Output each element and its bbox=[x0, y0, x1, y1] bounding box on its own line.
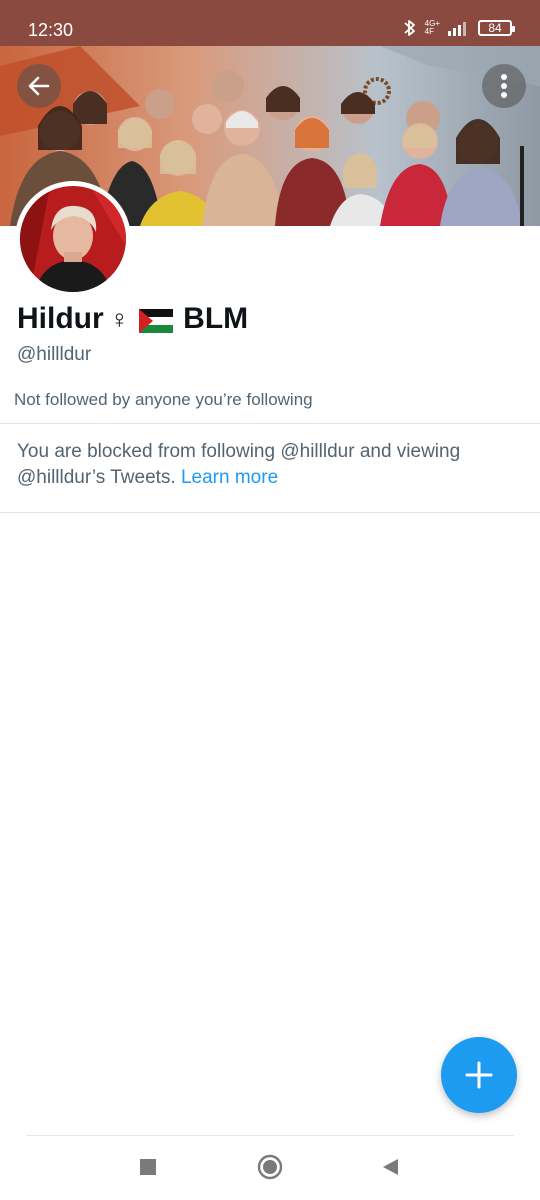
status-bar: 12:30 4G+ 4F 84 bbox=[0, 0, 540, 46]
network-type: 4G+ 4F bbox=[425, 20, 440, 36]
home-button[interactable] bbox=[255, 1152, 285, 1182]
learn-more-link[interactable]: Learn more bbox=[181, 467, 278, 488]
avatar-image bbox=[20, 186, 126, 292]
bluetooth-icon bbox=[404, 20, 415, 36]
arrow-left-icon bbox=[28, 76, 50, 96]
home-icon bbox=[257, 1154, 283, 1180]
profile-handle: @hillldur bbox=[17, 344, 92, 365]
battery-level: 84 bbox=[488, 21, 502, 35]
signal-icon bbox=[448, 22, 466, 36]
back-triangle-icon bbox=[383, 1159, 398, 1175]
display-name-text: Hildur bbox=[17, 302, 104, 335]
palestine-flag-icon bbox=[139, 307, 174, 333]
display-name-suffix: BLM bbox=[183, 302, 249, 335]
network-type-bottom: 4F bbox=[424, 27, 434, 36]
back-nav-button[interactable] bbox=[375, 1152, 405, 1182]
blocked-message: You are blocked from following @hillldur… bbox=[17, 439, 517, 491]
female-sign-icon: ♀ bbox=[109, 303, 130, 334]
divider bbox=[0, 423, 540, 424]
back-button[interactable] bbox=[17, 64, 61, 108]
status-time: 12:30 bbox=[28, 20, 74, 40]
nav-bar-divider bbox=[26, 1135, 514, 1136]
compose-tweet-button[interactable] bbox=[441, 1037, 517, 1113]
followers-you-know: Not followed by anyone you’re following bbox=[14, 390, 313, 409]
divider bbox=[0, 512, 540, 513]
recent-apps-button[interactable] bbox=[133, 1152, 163, 1182]
plus-icon bbox=[465, 1061, 493, 1089]
avatar[interactable] bbox=[15, 181, 131, 297]
profile-display-name: Hildur ♀ BLM bbox=[17, 302, 248, 336]
status-icons: 4G+ 4F 84 bbox=[403, 18, 515, 38]
more-options-button[interactable] bbox=[482, 64, 526, 108]
recent-apps-icon bbox=[140, 1159, 156, 1175]
battery-icon: 84 bbox=[478, 20, 515, 36]
more-vertical-icon bbox=[501, 74, 507, 98]
